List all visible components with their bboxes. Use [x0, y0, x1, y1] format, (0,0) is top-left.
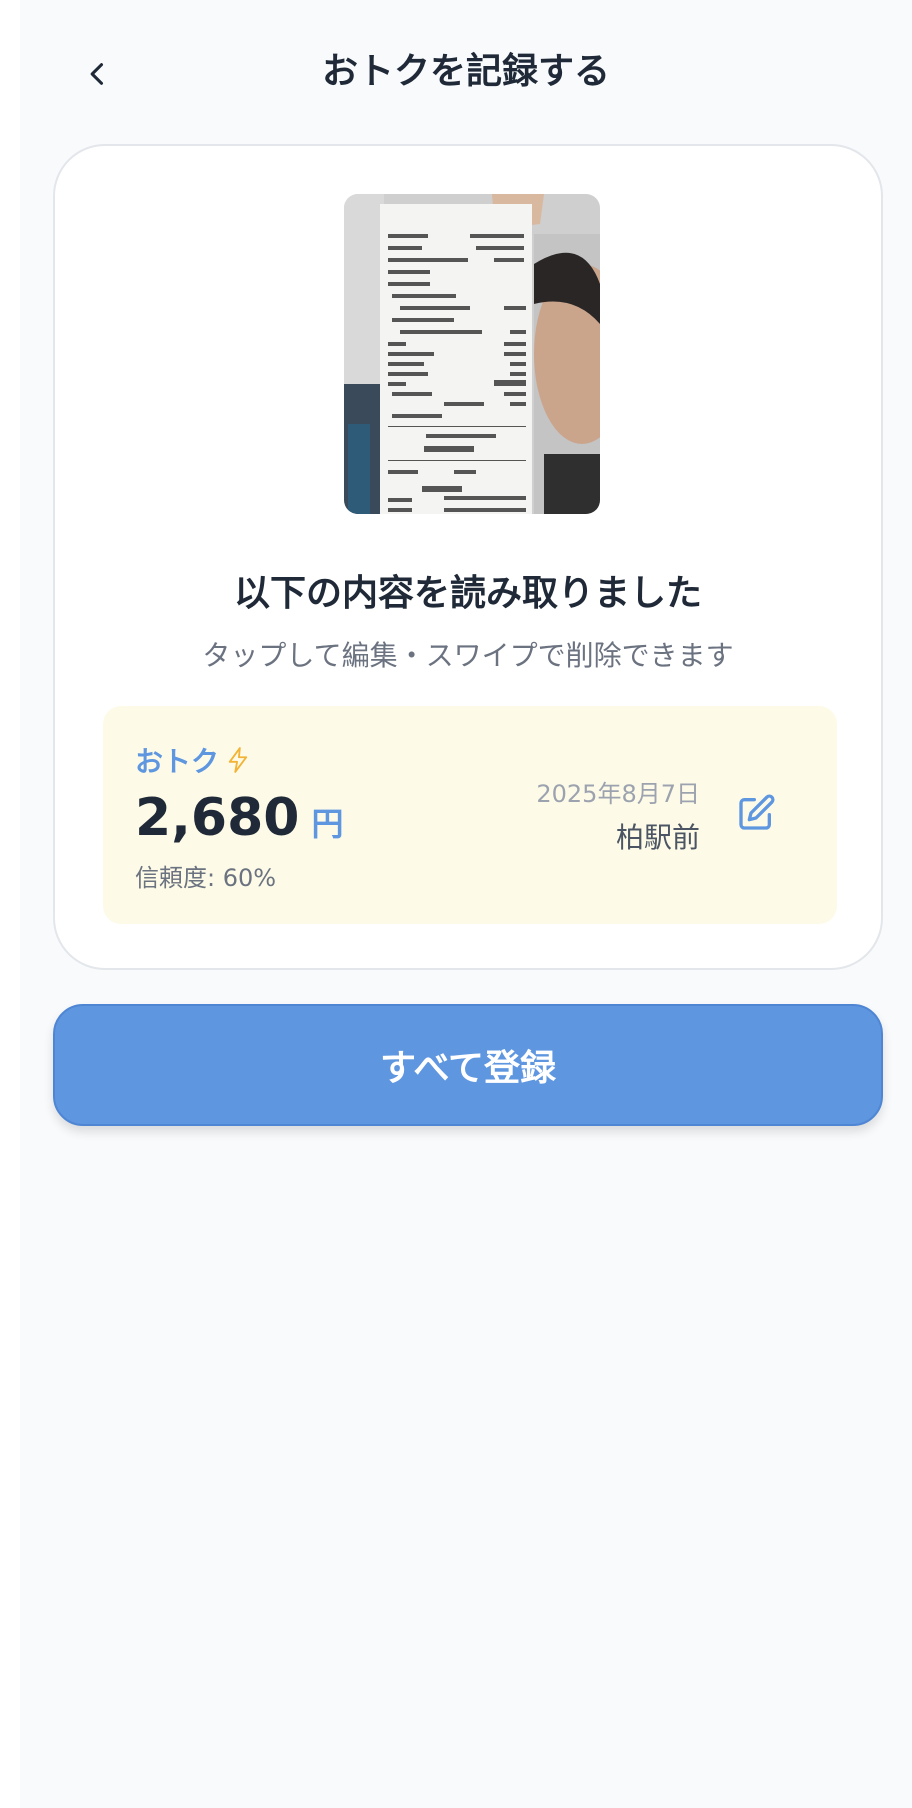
edit-button[interactable]: [733, 790, 779, 836]
deal-amount: 2,680 円: [135, 788, 344, 848]
deal-date: 2025年8月7日: [536, 780, 700, 808]
deal-type: おトク: [135, 740, 249, 780]
edit-icon: [739, 794, 775, 830]
deal-item[interactable]: おトク 2,680 円 信頼度: 60% 2025年8月7日 柏駅前: [103, 706, 837, 924]
result-title: 以下の内容を読み取りました: [233, 573, 702, 614]
app-screen: おトクを記録する 以下の内容を読み取りました タップして編集・スワイプで削除でき…: [20, 0, 912, 1808]
lightning-icon: [228, 747, 248, 773]
confidence-text: 信頼度: 60%: [135, 864, 277, 892]
header: おトクを記録する: [20, 0, 912, 140]
register-all-button[interactable]: すべて登録: [53, 1004, 883, 1126]
deal-store: 柏駅前: [615, 821, 700, 854]
result-subtitle: タップして編集・スワイプで削除できます: [202, 639, 734, 672]
receipt-photo[interactable]: [344, 194, 600, 514]
amount-value: 2,680: [135, 788, 300, 848]
receipt-image: [344, 194, 600, 514]
amount-unit: 円: [311, 805, 344, 843]
deal-type-label: おトク: [135, 745, 220, 778]
result-card: 以下の内容を読み取りました タップして編集・スワイプで削除できます おトク 2,…: [53, 144, 883, 970]
page-title: おトクを記録する: [321, 51, 610, 92]
